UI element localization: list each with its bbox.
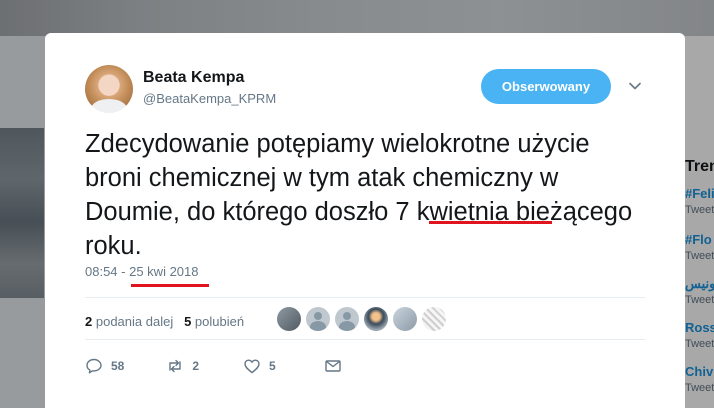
like-count: 5 bbox=[184, 314, 192, 329]
trend-item-sub: Tweet bbox=[685, 294, 714, 306]
trend-item[interactable]: Ross bbox=[685, 320, 714, 335]
trend-item-sub: Tweet bbox=[685, 338, 714, 350]
heart-icon bbox=[244, 359, 260, 374]
like-stat-label: polubień bbox=[194, 314, 245, 329]
author-name[interactable]: Beata Kempa bbox=[143, 69, 244, 87]
tweet-timestamp[interactable]: 08:54 - 25 kwi 2018 bbox=[85, 264, 199, 279]
trend-item[interactable]: لونيس bbox=[685, 276, 714, 292]
background-right-column bbox=[684, 36, 714, 408]
trend-item[interactable]: Chiv bbox=[685, 364, 713, 379]
like-stat[interactable]: 5 polubień bbox=[184, 314, 244, 329]
direct-message-button[interactable] bbox=[324, 357, 350, 375]
trend-item[interactable]: #Feli bbox=[685, 186, 714, 201]
red-underline-annotation bbox=[131, 284, 209, 287]
retweet-stat[interactable]: 2 podania dalej bbox=[85, 314, 173, 329]
liker-avatar[interactable] bbox=[364, 307, 388, 331]
tweet-modal: Beata Kempa @BeataKempa_KPRM Obserwowany… bbox=[45, 33, 685, 408]
divider bbox=[85, 339, 645, 340]
reply-icon bbox=[86, 358, 102, 374]
retweet-stat-label: podania dalej bbox=[95, 314, 174, 329]
liker-avatars bbox=[277, 307, 446, 331]
liker-avatar[interactable] bbox=[306, 307, 330, 331]
background-header-photo bbox=[0, 0, 714, 36]
retweet-button[interactable]: 2 bbox=[166, 357, 199, 375]
avatar[interactable] bbox=[85, 65, 133, 113]
trend-item-sub: Tweet bbox=[685, 250, 714, 262]
like-button[interactable]: 5 bbox=[243, 357, 276, 375]
reply-button[interactable]: 58 bbox=[85, 357, 124, 375]
red-underline-annotation bbox=[429, 221, 552, 224]
liker-avatar[interactable] bbox=[335, 307, 359, 331]
timestamp-separator: - bbox=[117, 264, 130, 279]
like-action-count: 5 bbox=[269, 359, 276, 373]
trends-heading: Tren bbox=[685, 158, 714, 175]
tweet-text: Zdecydowanie potępiamy wielokrotne użyci… bbox=[85, 127, 645, 263]
liker-avatar[interactable] bbox=[393, 307, 417, 331]
retweet-icon bbox=[169, 359, 182, 373]
direct-message-icon bbox=[325, 360, 341, 372]
tweet-date[interactable]: 25 kwi 2018 bbox=[129, 264, 198, 279]
tweet-actions: 58 2 5 bbox=[85, 357, 372, 375]
chevron-down-icon[interactable] bbox=[629, 80, 641, 92]
trend-item-sub: Tweet bbox=[685, 382, 714, 394]
trend-item[interactable]: #Flo bbox=[685, 232, 712, 247]
author-handle[interactable]: @BeataKempa_KPRM bbox=[143, 91, 276, 106]
liker-avatar[interactable] bbox=[277, 307, 301, 331]
divider bbox=[85, 297, 645, 298]
retweet-action-count: 2 bbox=[192, 359, 200, 373]
background-left-photo bbox=[0, 128, 44, 298]
tweet-stats: 2 podania dalej 5 polubień bbox=[85, 314, 244, 329]
reply-count: 58 bbox=[111, 359, 125, 373]
trend-item-sub: Tweet bbox=[685, 204, 714, 216]
retweet-count: 2 bbox=[85, 314, 93, 329]
following-button[interactable]: Obserwowany bbox=[481, 69, 611, 104]
liker-avatar[interactable] bbox=[422, 307, 446, 331]
tweet-time[interactable]: 08:54 bbox=[85, 264, 118, 279]
